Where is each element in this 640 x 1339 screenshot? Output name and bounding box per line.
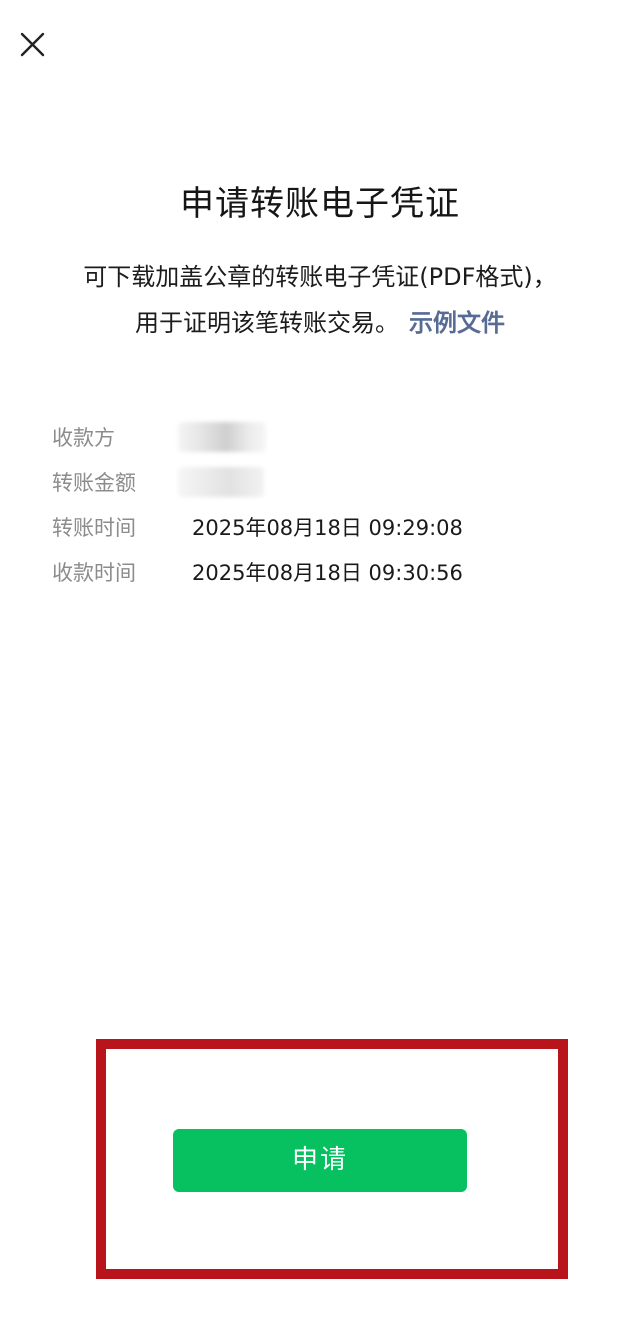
- transfer-details: 收款方 转账金额 转账时间 2025年08月18日 09:29:08 收款时间 …: [52, 414, 592, 594]
- sample-file-link[interactable]: 示例文件: [409, 309, 505, 337]
- page-title: 申请转账电子凭证: [180, 184, 460, 224]
- description-line-1: 可下载加盖公章的转账电子凭证(PDF格式)，: [83, 263, 557, 291]
- transfer-time-label: 转账时间: [52, 515, 136, 540]
- detail-row-amount: 转账金额: [52, 459, 592, 504]
- receive-time-label: 收款时间: [52, 560, 136, 585]
- close-icon: [20, 32, 45, 57]
- payee-label: 收款方: [52, 425, 115, 450]
- amount-label: 转账金额: [52, 470, 136, 495]
- description-line-2: 用于证明该笔转账交易。 示例文件: [30, 300, 610, 346]
- apply-button[interactable]: 申请: [173, 1129, 467, 1192]
- description-line-2-text: 用于证明该笔转账交易。: [135, 309, 399, 337]
- description: 可下载加盖公章的转账电子凭证(PDF格式)， 用于证明该笔转账交易。 示例文件: [30, 254, 610, 346]
- detail-row-payee: 收款方: [52, 414, 592, 459]
- detail-row-transfer-time: 转账时间 2025年08月18日 09:29:08: [52, 504, 592, 549]
- transfer-time-value: 2025年08月18日 09:29:08: [192, 515, 463, 540]
- close-button[interactable]: [12, 25, 52, 65]
- detail-row-receive-time: 收款时间 2025年08月18日 09:30:56: [52, 549, 592, 594]
- amount-value-redacted: [178, 466, 264, 497]
- receive-time-value: 2025年08月18日 09:30:56: [192, 560, 463, 585]
- payee-value-redacted: [178, 421, 266, 452]
